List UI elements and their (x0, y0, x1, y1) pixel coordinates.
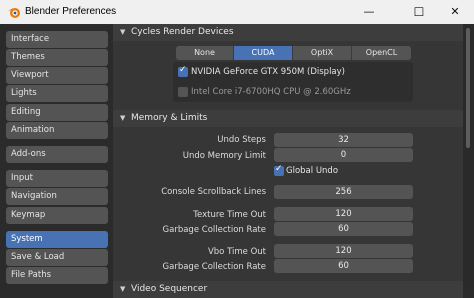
panel-title: Memory & Limits (131, 113, 208, 123)
window-title: Blender Preferences (25, 6, 117, 17)
close-button[interactable]: ✕ (440, 0, 470, 24)
scrollbar-thumb[interactable] (466, 28, 470, 148)
sidebar-item-viewport[interactable]: Viewport (6, 67, 108, 84)
sidebar-item-animation[interactable]: Animation (6, 122, 108, 139)
sidebar-item-save-load[interactable]: Save & Load (6, 249, 108, 266)
sidebar-item-interface[interactable]: Interface (6, 31, 108, 48)
chevron-down-icon: ▼ (120, 114, 126, 122)
vbo-time-out-label: Vbo Time Out (207, 247, 266, 257)
title-bar: Blender Preferences — ☐ ✕ (0, 0, 474, 24)
undo-memory-limit-field[interactable]: 0 (274, 148, 413, 162)
sidebar-item-lights[interactable]: Lights (6, 85, 108, 102)
chevron-down-icon: ▼ (120, 28, 126, 36)
device-label-gpu: NVIDIA GeForce GTX 950M (Display) (191, 67, 345, 77)
minimize-button[interactable]: — (354, 0, 384, 24)
undo-steps-field[interactable]: 32 (274, 133, 413, 147)
device-label-cpu: Intel Core i7-6700HQ CPU @ 2.60GHz (191, 87, 351, 97)
device-checkbox-cpu[interactable] (178, 87, 188, 97)
sidebar-item-navigation[interactable]: Navigation (6, 188, 108, 205)
vbo-time-out-field[interactable]: 120 (274, 244, 413, 258)
video-sequencer-header[interactable]: ▼ Video Sequencer (113, 281, 463, 298)
memory-limits-header[interactable]: ▼ Memory & Limits (113, 110, 463, 127)
sidebar-item-add-ons[interactable]: Add-ons (6, 146, 108, 163)
tab-cuda[interactable]: CUDA (234, 46, 293, 60)
global-undo-checkbox[interactable] (274, 164, 284, 176)
undo-steps-label: Undo Steps (217, 135, 266, 145)
cycles-render-devices-header[interactable]: ▼ Cycles Render Devices (113, 24, 463, 41)
texture-time-out-field[interactable]: 120 (274, 207, 413, 221)
sidebar-item-system[interactable]: System (6, 231, 108, 248)
panel-title: Cycles Render Devices (131, 27, 234, 37)
tab-opencl[interactable]: OpenCL (352, 46, 411, 60)
tab-none[interactable]: None (176, 46, 234, 60)
vbo-gc-rate-field[interactable]: 60 (274, 259, 413, 273)
console-scrollback-label: Console Scrollback Lines (161, 187, 266, 197)
maximize-button[interactable]: ☐ (404, 0, 434, 24)
chevron-down-icon: ▼ (120, 285, 126, 293)
sidebar-item-themes[interactable]: Themes (6, 49, 108, 66)
sidebar-item-editing[interactable]: Editing (6, 104, 108, 121)
sidebar-item-input[interactable]: Input (6, 170, 108, 187)
texture-gc-rate-label: Garbage Collection Rate (162, 225, 266, 235)
console-scrollback-field[interactable]: 256 (274, 185, 413, 199)
undo-memory-limit-label: Undo Memory Limit (182, 151, 266, 161)
texture-time-out-label: Texture Time Out (193, 210, 266, 220)
device-checkbox-gpu[interactable] (178, 65, 188, 77)
texture-gc-rate-field[interactable]: 60 (274, 222, 413, 236)
sidebar-item-keymap[interactable]: Keymap (6, 207, 108, 224)
blender-logo-icon (8, 8, 20, 18)
global-undo-label: Global Undo (286, 166, 339, 176)
tab-optix[interactable]: OptiX (293, 46, 352, 60)
vbo-gc-rate-label: Garbage Collection Rate (162, 262, 266, 272)
sidebar-item-file-paths[interactable]: File Paths (6, 267, 108, 284)
panel-title: Video Sequencer (131, 284, 208, 294)
